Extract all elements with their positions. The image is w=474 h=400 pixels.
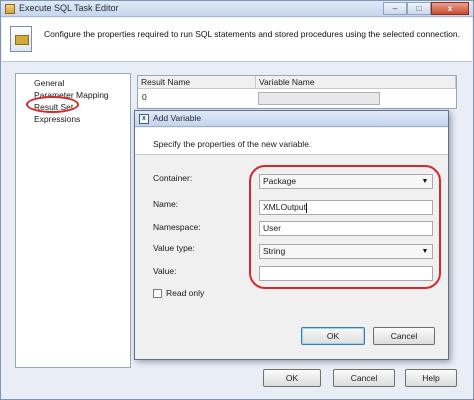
dialog-ok-button[interactable]: OK <box>301 327 365 345</box>
variable-name-cell[interactable] <box>258 92 380 105</box>
namespace-label: Namespace: <box>153 222 201 232</box>
minimize-button[interactable]: – <box>383 2 407 15</box>
dialog-title: Add Variable <box>153 113 202 123</box>
read-only-label: Read only <box>166 288 205 298</box>
sidebar-list: General Parameter Mapping Result Set Exp… <box>15 73 131 368</box>
window-title: Execute SQL Task Editor <box>19 3 119 13</box>
dialog-instruction: Specify the properties of the new variab… <box>153 139 312 149</box>
variable-icon: x <box>139 114 149 124</box>
highlight-ellipse-result-set <box>26 96 79 113</box>
value-type-label: Value type: <box>153 243 195 253</box>
table-row[interactable]: 0 <box>138 89 456 107</box>
highlight-box-variable-fields <box>249 165 441 289</box>
dialog-title-bar: x Add Variable <box>135 111 448 127</box>
value-label: Value: <box>153 266 177 276</box>
dialog-cancel-button[interactable]: Cancel <box>373 327 435 345</box>
header-area: Configure the properties required to run… <box>2 18 472 62</box>
cancel-button[interactable]: Cancel <box>333 369 395 387</box>
maximize-button[interactable]: □ <box>407 2 431 15</box>
sidebar-item-general[interactable]: General <box>16 77 130 89</box>
window-controls: – □ x <box>383 2 469 15</box>
container-label: Container: <box>153 173 193 183</box>
header-description: Configure the properties required to run… <box>44 29 460 39</box>
column-header-variable-name[interactable]: Variable Name <box>256 76 456 88</box>
close-button[interactable]: x <box>431 2 469 15</box>
result-name-cell[interactable]: 0 <box>142 92 147 102</box>
dialog-instruction-area: Specify the properties of the new variab… <box>135 128 448 155</box>
grid-header: Result Name Variable Name <box>138 76 456 89</box>
window-title-bar: Execute SQL Task Editor – □ x <box>1 1 473 17</box>
sidebar-item-expressions[interactable]: Expressions <box>16 113 130 125</box>
task-icon <box>5 4 15 14</box>
name-label: Name: <box>153 199 179 209</box>
help-button[interactable]: Help <box>405 369 457 387</box>
ok-button[interactable]: OK <box>263 369 321 387</box>
sql-task-icon <box>10 26 32 52</box>
result-set-grid: Result Name Variable Name 0 <box>137 75 457 109</box>
column-header-result-name[interactable]: Result Name <box>138 76 256 88</box>
read-only-checkbox[interactable] <box>153 289 162 298</box>
